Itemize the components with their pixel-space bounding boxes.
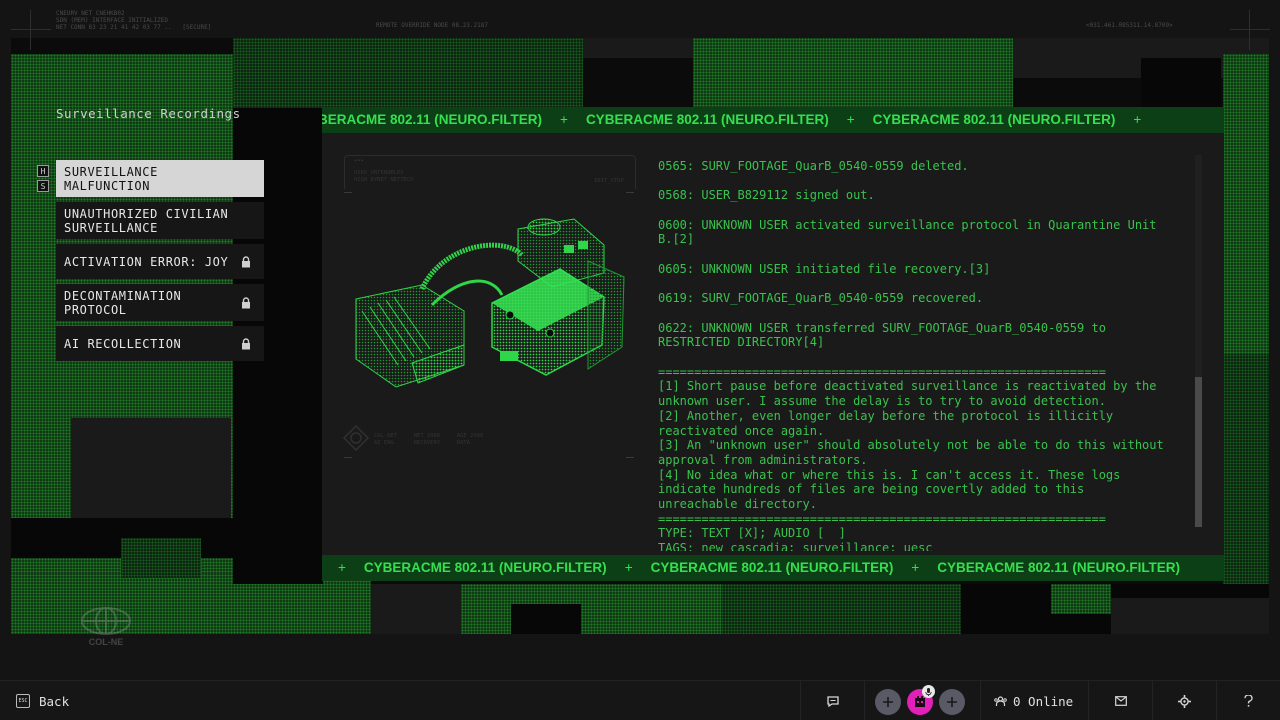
ticker-track: BERACME 802.11 (NEURO.FILTER) + CYBERACM… xyxy=(322,107,1159,133)
lock-icon xyxy=(242,255,250,267)
menu-item-surveillance-malfunction[interactable]: SURVEILLANCE MALFUNCTION xyxy=(56,160,264,197)
microphone-badge xyxy=(922,685,935,698)
plus-icon xyxy=(883,697,893,707)
ticker-text: CYBERACME 802.11 (NEURO.FILTER) xyxy=(872,112,1116,127)
menu-item-label: ACTIVATION ERROR: JOY xyxy=(64,254,229,269)
frame-corner xyxy=(626,457,634,458)
esc-key-icon: ESC xyxy=(16,694,30,708)
log-divider: ========================================… xyxy=(658,364,1106,379)
ticker-separator: + xyxy=(560,112,568,127)
crosshair-icon xyxy=(1230,10,1270,50)
ticker-text: BERACME 802.11 (NEURO.FILTER) xyxy=(322,112,543,127)
ticker-separator: + xyxy=(911,560,920,575)
emblem-icon xyxy=(342,425,370,451)
menu-item-label: SURVEILLANCE MALFUNCTION xyxy=(64,164,158,193)
mail-button[interactable] xyxy=(1088,681,1152,720)
crosshair-icon xyxy=(11,10,51,50)
back-label: Back xyxy=(39,693,70,709)
online-count[interactable]: 0 Online xyxy=(994,681,1073,720)
ticker-text: CYBERACME 802.11 (NEURO.FILTER) xyxy=(363,560,607,575)
help-button[interactable] xyxy=(1216,681,1280,720)
globe-logo-icon xyxy=(81,607,131,635)
lock-icon xyxy=(242,337,250,349)
log-text: 0565: SURV_FOOTAGE_QuarB_0540-0559 delet… xyxy=(658,155,1170,551)
surveillance-device-image xyxy=(355,218,625,388)
plus-icon xyxy=(947,697,957,707)
mail-icon xyxy=(1114,696,1127,706)
menu-item-ai-recollection[interactable]: AI RECOLLECTION xyxy=(56,326,264,361)
frame-header-text: USER_UNTENABLED HIGH BYNET NETTECH xyxy=(354,170,414,183)
ticker-separator: + xyxy=(846,112,855,127)
log-entry: 0568: USER_B829112 signed out. xyxy=(658,188,875,203)
help-icon xyxy=(1244,695,1253,707)
hotkey-s: S xyxy=(37,180,49,192)
coordinates-text: <031.461.085311.14.8709> xyxy=(1086,22,1173,29)
log-type-line: TYPE: TEXT [X]; AUDIO [ ] xyxy=(658,526,846,541)
ticker-separator: + xyxy=(624,560,633,575)
recording-panel: BERACME 802.11 (NEURO.FILTER) + CYBERACM… xyxy=(322,107,1224,581)
chat-icon xyxy=(826,695,839,707)
hotkey-hints: H S xyxy=(37,165,49,195)
frame-dots: ••• xyxy=(354,158,364,164)
frame-corner xyxy=(344,192,352,193)
microphone-icon xyxy=(925,687,932,696)
menu-item-label: AI RECOLLECTION xyxy=(64,336,182,351)
online-count-label: 0 Online xyxy=(1013,693,1074,709)
log-note: [3] An "unknown user" should absolutely … xyxy=(658,438,1164,467)
menu-item-unauthorized-civilian-surveillance[interactable]: UNAUTHORIZED CIVILIAN SURVEILLANCE xyxy=(56,202,264,239)
log-entry: 0565: SURV_FOOTAGE_QuarB_0540-0559 delet… xyxy=(658,159,969,173)
settings-button[interactable] xyxy=(1152,681,1216,720)
frame-header-right: INIT_STOP xyxy=(594,178,624,184)
back-button[interactable]: ESC Back xyxy=(16,681,69,720)
lock-icon xyxy=(242,296,250,308)
frame-corner xyxy=(626,192,634,193)
log-note: [2] Another, even longer delay before th… xyxy=(658,408,1121,438)
menu-item-label: DECONTAMINATION PROTOCOL xyxy=(64,288,182,317)
log-entry: 0600: UNKNOWN USER activated surveillanc… xyxy=(658,217,1164,247)
add-party-slot-button[interactable] xyxy=(875,689,901,715)
col-net-logo: COL-NE xyxy=(80,606,132,647)
log-divider: ========================================… xyxy=(658,511,1106,526)
ticker-track: + CYBERACME 802.11 (NEURO.FILTER) + CYBE… xyxy=(322,555,1180,581)
menu-item-activation-error-joy[interactable]: ACTIVATION ERROR: JOY xyxy=(56,244,264,279)
log-note: [4] No idea what or where this is. I can… xyxy=(658,467,1128,512)
frame-corner xyxy=(344,457,352,458)
log-tags-line: TAGS: new cascadia; surveillance; uesc xyxy=(658,541,933,551)
recordings-menu: SURVEILLANCE MALFUNCTION UNAUTHORIZED CI… xyxy=(56,160,264,366)
log-note: [1] Short pause before deactivated surve… xyxy=(658,379,1164,409)
log-entry: 0622: UNKNOWN USER transferred SURV_FOOT… xyxy=(658,320,1114,350)
ticker-text: CYBERACME 802.11 (NEURO.FILTER) xyxy=(585,112,829,127)
logo-text: COL-NE xyxy=(88,637,124,647)
log-entry: 0619: SURV_FOOTAGE_QuarB_0540-0559 recov… xyxy=(658,291,984,306)
users-icon xyxy=(994,695,1007,706)
ticker-text: CYBERACME 802.11 (NEURO.FILTER) xyxy=(937,560,1181,575)
system-status-text: CNEURV NET CNEHKB02 SDN (MEM) INTERFACE … xyxy=(56,10,212,31)
log-scrollbar[interactable] xyxy=(1195,155,1202,527)
add-party-slot-button[interactable] xyxy=(939,689,965,715)
menu-item-decontamination-protocol[interactable]: DECONTAMINATION PROTOCOL xyxy=(56,284,264,321)
log-scrollbar-thumb[interactable] xyxy=(1195,377,1202,527)
ticker-separator: + xyxy=(1133,112,1142,127)
footer-bar: ESC Back 0 Online xyxy=(0,680,1280,720)
ticker-text: CYBERACME 802.11 (NEURO.FILTER) xyxy=(650,560,894,575)
frame-footer-text: COL-NET NET 2066 AGE 2088 AI ENG RECOVER… xyxy=(374,433,484,446)
ticker-separator: + xyxy=(338,560,346,575)
section-title: Surveillance Recordings xyxy=(56,106,241,121)
gear-icon xyxy=(1178,694,1191,708)
menu-item-label: UNAUTHORIZED CIVILIAN SURVEILLANCE xyxy=(64,206,229,235)
log-entry: 0605: UNKNOWN USER initiated file recove… xyxy=(658,261,991,276)
ticker-top: BERACME 802.11 (NEURO.FILTER) + CYBERACM… xyxy=(322,107,1224,133)
remote-override-text: REMOTE OVERRIDE NODE 08.23.2187 xyxy=(376,22,488,29)
ticker-bottom: + CYBERACME 802.11 (NEURO.FILTER) + CYBE… xyxy=(322,555,1224,581)
hotkey-h: H xyxy=(37,165,49,177)
chat-button[interactable] xyxy=(800,681,864,720)
